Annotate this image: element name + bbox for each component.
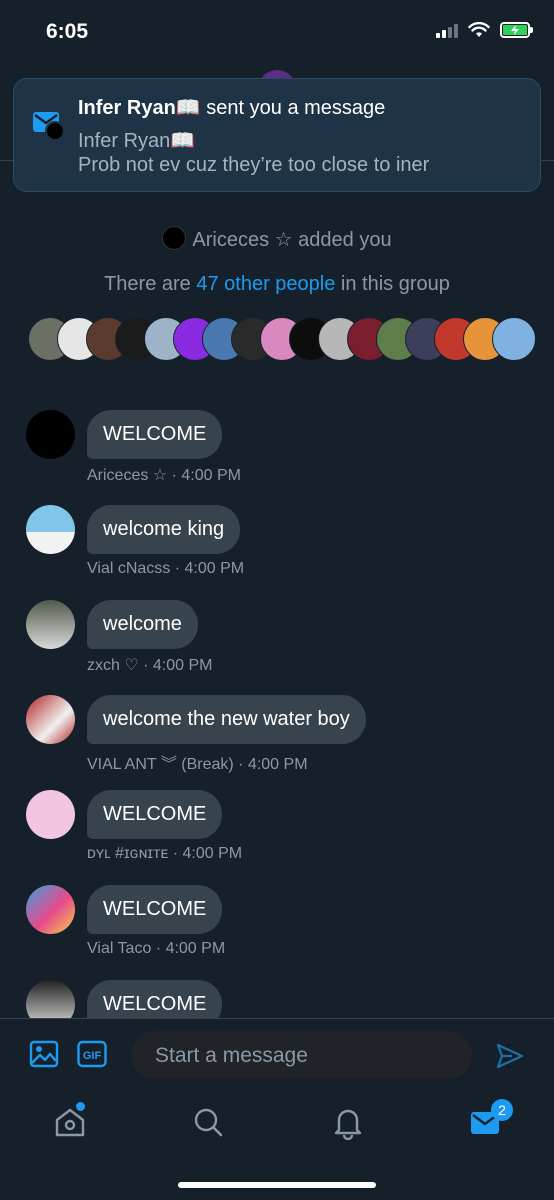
message-bubble[interactable]: WELCOME	[87, 410, 223, 459]
gif-icon[interactable]: GIF	[77, 1039, 107, 1069]
added-you-text: Ariceces ☆ added you	[192, 229, 392, 251]
send-icon[interactable]	[495, 1041, 525, 1071]
message-bubble[interactable]: WELCOME	[87, 790, 223, 839]
home-badge-dot	[76, 1102, 85, 1111]
notifications-icon[interactable]	[330, 1104, 366, 1140]
message-notification-banner[interactable]: Infer Ryan📖 sent you a message Infer Rya…	[13, 78, 541, 192]
battery-icon	[500, 22, 533, 38]
group-members-notice: There are 47 other people in this group	[0, 273, 554, 296]
message-bubble[interactable]: welcome king	[87, 505, 241, 554]
search-icon[interactable]	[190, 1104, 226, 1140]
message-bubble[interactable]: WELCOME	[87, 885, 223, 934]
notification-title: Infer Ryan📖 sent you a message	[78, 95, 385, 120]
notification-line-2: Prob not ev cuz they’re too close to ine…	[78, 154, 430, 176]
message-meta: Vial cNacss · 4:00 PM	[87, 560, 245, 577]
message-input-placeholder: Start a message	[155, 1044, 308, 1067]
added-you-notice: Ariceces ☆ added you	[0, 226, 554, 252]
notification-action: sent you a message	[206, 97, 386, 119]
sender-avatar[interactable]	[26, 695, 75, 744]
notification-line-1: Infer Ryan📖	[78, 130, 196, 152]
other-people-link[interactable]: 47 other people	[196, 273, 335, 295]
sender-avatar[interactable]	[26, 790, 75, 839]
sender-avatar[interactable]	[26, 885, 75, 934]
group-prefix: There are	[104, 273, 197, 295]
image-icon[interactable]	[29, 1039, 59, 1069]
status-time: 6:05	[46, 20, 89, 43]
message-meta: Vial Taco · 4:00 PM	[87, 940, 226, 957]
group-suffix: in this group	[335, 273, 450, 295]
sender-avatar[interactable]	[26, 505, 75, 554]
cellular-signal-icon	[436, 22, 458, 38]
member-avatar	[492, 317, 536, 361]
messages-unread-badge: 2	[491, 1099, 513, 1121]
gif-label: GIF	[83, 1050, 102, 1062]
mail-notification-icon	[33, 112, 65, 141]
wifi-icon	[468, 22, 490, 37]
message-input[interactable]: Start a message	[131, 1031, 472, 1079]
message-bubble[interactable]: welcome the new water boy	[87, 695, 366, 744]
message-meta: Ariceces ☆ · 4:00 PM	[87, 467, 241, 484]
message-meta: VIAL ANT ︾ (Break) · 4:00 PM	[87, 756, 308, 773]
status-bar: 6:05	[0, 0, 554, 66]
notification-sender: Infer Ryan📖	[78, 97, 201, 119]
status-icons	[436, 22, 533, 38]
group-members-avatars[interactable]	[28, 317, 536, 363]
message-meta: zxch ♡ · 4:00 PM	[87, 657, 213, 674]
message-meta: ᴅʏʟ #ɪɢɴɪᴛᴇ · 4:00 PM	[87, 845, 243, 862]
message-bubble[interactable]: welcome	[87, 600, 198, 649]
sender-avatar[interactable]	[26, 410, 75, 459]
home-indicator	[178, 1182, 376, 1188]
sender-avatar[interactable]	[26, 600, 75, 649]
message-composer: GIF Start a message	[0, 1018, 554, 1094]
adder-avatar	[162, 226, 187, 250]
